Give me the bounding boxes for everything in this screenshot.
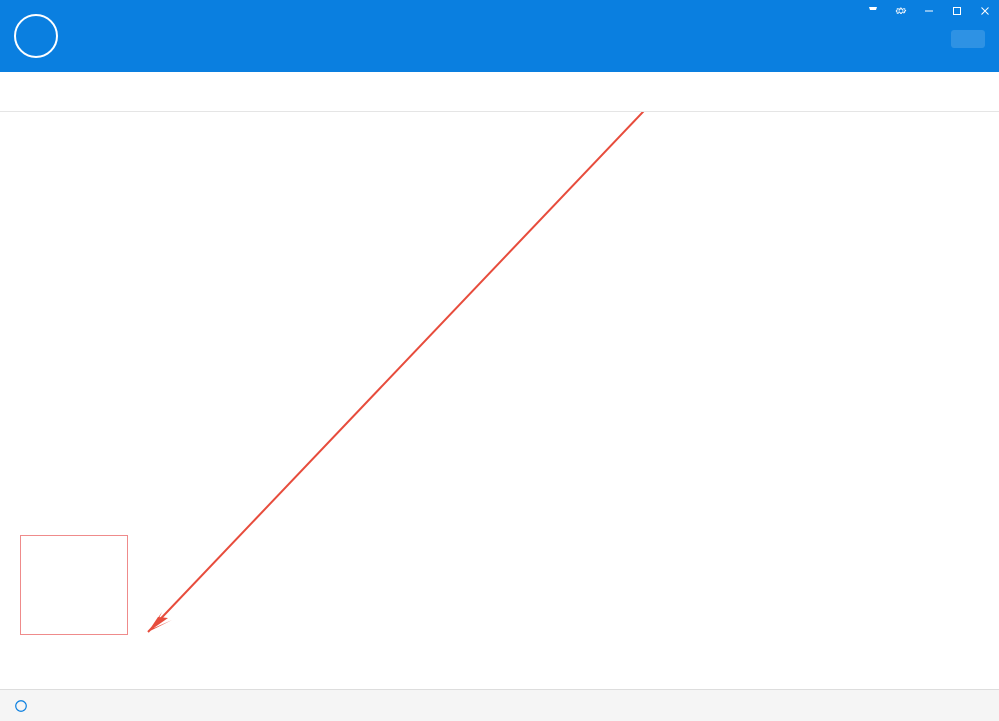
minimize-icon[interactable]: [915, 0, 943, 22]
logo: [14, 14, 66, 58]
block-itunes-toggle[interactable]: [14, 699, 34, 713]
maximize-icon[interactable]: [943, 0, 971, 22]
toolbox-area: [0, 112, 999, 689]
device-tabs: [0, 72, 999, 112]
annotation-arrow: [0, 112, 999, 689]
window-controls: [859, 0, 999, 22]
logo-icon: [14, 14, 58, 58]
theme-icon[interactable]: [859, 0, 887, 22]
highlight-box-fakegps: [20, 535, 128, 635]
settings-icon[interactable]: [887, 0, 915, 22]
close-icon[interactable]: [971, 0, 999, 22]
download-center-button[interactable]: [951, 30, 985, 48]
app-header: [0, 0, 999, 72]
status-bar: [0, 689, 999, 721]
